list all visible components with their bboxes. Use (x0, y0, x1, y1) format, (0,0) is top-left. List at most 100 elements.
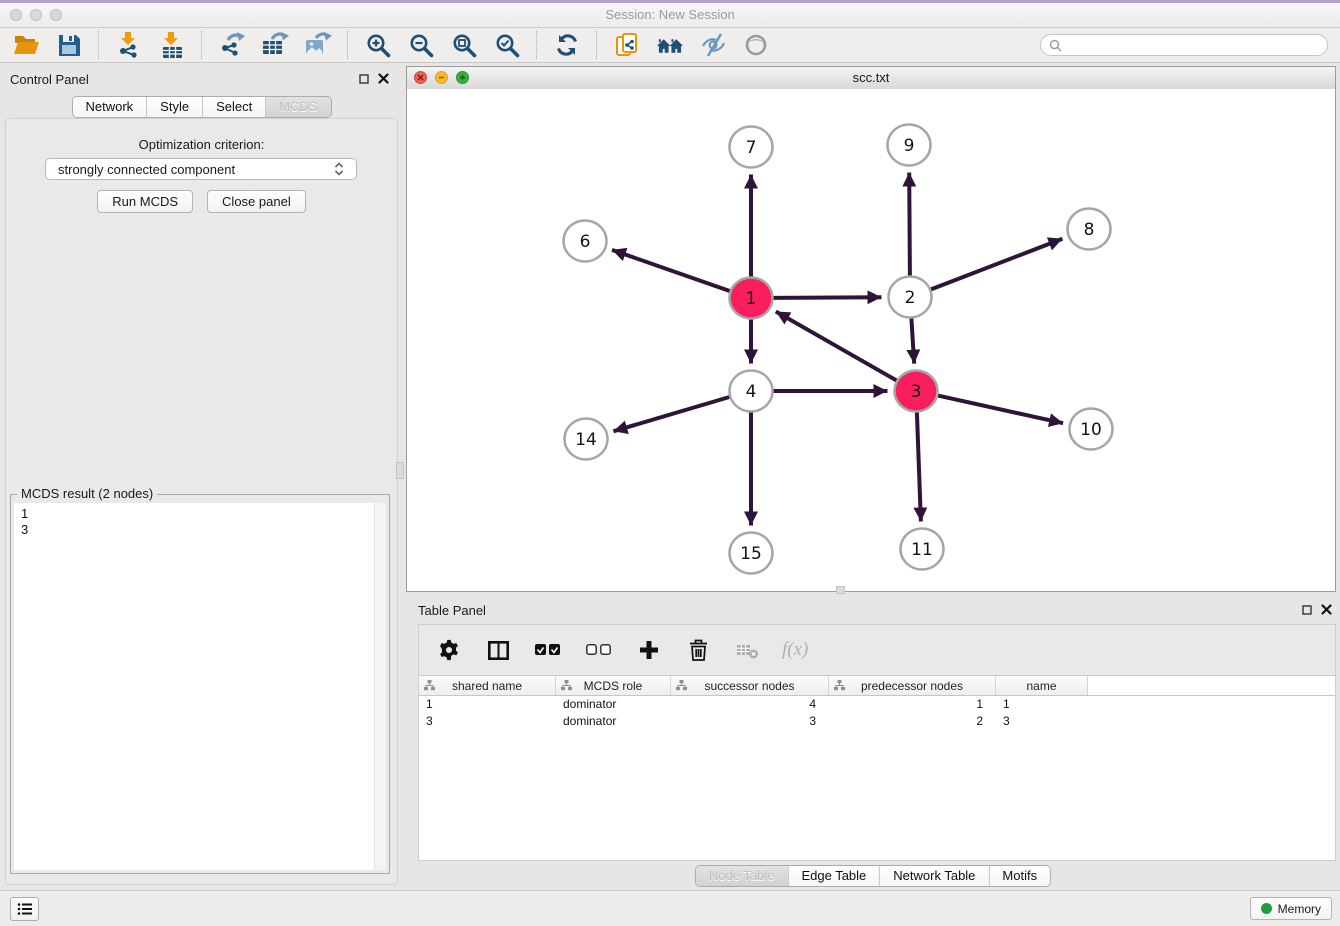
tab-network[interactable]: Network (72, 97, 146, 117)
graph-edge-3-10[interactable] (938, 396, 1063, 424)
column-header-predecessor-nodes[interactable]: predecessor nodes (829, 676, 996, 695)
graph-node-9[interactable]: 9 (888, 125, 931, 166)
select-all-columns-button[interactable] (533, 636, 563, 664)
memory-label: Memory (1278, 902, 1321, 916)
graph-edge-1-2[interactable] (774, 297, 882, 298)
column-header-shared-name[interactable]: shared name (419, 676, 556, 695)
delete-table-button[interactable] (733, 636, 761, 664)
close-panel-button[interactable]: Close panel (207, 190, 306, 213)
graph-edge-2-8[interactable] (931, 239, 1062, 290)
search-icon (1049, 39, 1062, 52)
column-label: successor nodes (704, 679, 794, 693)
node-table[interactable]: shared name MCDS role successor nodes prede… (419, 675, 1335, 860)
network-window-titlebar[interactable]: scc.txt (407, 67, 1335, 90)
graph-edge-3-1[interactable] (776, 312, 897, 381)
network-canvas[interactable]: 7 9 6 8 1 2 4 3 14 10 15 11 (407, 89, 1335, 591)
close-panel-icon[interactable] (378, 73, 389, 84)
criterion-select[interactable]: strongly connected component (45, 158, 357, 180)
graph-node-7[interactable]: 7 (730, 127, 773, 168)
delete-column-button[interactable] (684, 636, 712, 664)
delete-table-icon (737, 642, 758, 659)
tab-node-table[interactable]: Node Table (696, 866, 788, 886)
add-column-button[interactable] (635, 636, 663, 664)
graph-node-label: 11 (911, 540, 933, 560)
graph-node-2[interactable]: 2 (889, 277, 932, 318)
show-columns-button[interactable] (484, 636, 512, 664)
apply-layout-button[interactable] (553, 31, 581, 59)
table-cell: 2 (829, 713, 996, 730)
control-panel-tabs: NetworkStyleSelectMCDS (71, 96, 331, 118)
tab-edge-table[interactable]: Edge Table (787, 866, 879, 886)
float-panel-icon[interactable] (1302, 605, 1312, 615)
table-options-button[interactable] (435, 636, 463, 664)
hide-selected-button[interactable] (699, 31, 727, 59)
first-neighbors-button[interactable] (656, 31, 684, 59)
search-input[interactable] (1067, 37, 1319, 53)
table-body: 1dominator4113dominator323 (419, 696, 1335, 730)
export-table-button[interactable] (261, 31, 289, 59)
graph-edge-3-11[interactable] (917, 413, 921, 522)
zoom-out-button[interactable] (407, 31, 435, 59)
tab-mcds[interactable]: MCDS (265, 97, 330, 117)
task-history-button[interactable] (10, 897, 39, 921)
criterion-selected-value: strongly connected component (58, 162, 334, 177)
columns-icon (488, 641, 509, 660)
mcds-result-text[interactable]: 1 3 (14, 503, 386, 870)
result-scrollbar[interactable] (374, 503, 386, 870)
graph-node-11[interactable]: 11 (901, 529, 944, 570)
graph-node-10[interactable]: 10 (1070, 409, 1113, 450)
graph-node-1[interactable]: 1 (730, 278, 773, 319)
run-mcds-button[interactable]: Run MCDS (97, 190, 193, 213)
graph-edge-2-3[interactable] (911, 319, 914, 364)
graph-node-label: 14 (575, 430, 597, 450)
graph-node-3[interactable]: 3 (895, 371, 938, 412)
zoom-selected-button[interactable] (493, 31, 521, 59)
tab-network-table[interactable]: Network Table (879, 866, 988, 886)
column-header-successor-nodes[interactable]: successor nodes (671, 676, 829, 695)
network-graph[interactable]: 7 9 6 8 1 2 4 3 14 10 15 11 (407, 89, 1335, 591)
search-box[interactable] (1040, 34, 1328, 56)
import-table-button[interactable] (158, 31, 186, 59)
graph-node-6[interactable]: 6 (564, 221, 607, 262)
column-header-mcds-role[interactable]: MCDS role (556, 676, 671, 695)
graph-node-14[interactable]: 14 (565, 419, 608, 460)
export-network-button[interactable] (218, 31, 246, 59)
import-network-button[interactable] (115, 31, 143, 59)
clone-network-icon (615, 32, 639, 59)
column-label: MCDS role (584, 679, 643, 693)
tab-style[interactable]: Style (146, 97, 202, 117)
table-splitter-handle[interactable] (836, 586, 845, 594)
clone-network-button[interactable] (613, 31, 641, 59)
maximize-view-icon[interactable] (456, 71, 469, 84)
graph-node-15[interactable]: 15 (730, 533, 773, 574)
save-disk-icon (58, 34, 81, 57)
export-image-button[interactable] (304, 31, 332, 59)
column-label: name (1026, 679, 1056, 693)
graph-node-label: 8 (1084, 220, 1095, 240)
show-all-button[interactable] (742, 31, 770, 59)
table-row[interactable]: 1dominator411 (419, 696, 1335, 713)
close-view-icon[interactable] (414, 71, 427, 84)
deselect-all-columns-button[interactable] (584, 636, 614, 664)
tab-motifs[interactable]: Motifs (988, 866, 1050, 886)
zoom-in-button[interactable] (364, 31, 392, 59)
tab-select[interactable]: Select (202, 97, 265, 117)
graph-edge-4-14[interactable] (613, 397, 729, 431)
apply-function-button[interactable]: f(x) (782, 639, 808, 661)
panel-splitter-handle[interactable] (396, 462, 404, 479)
save-session-button[interactable] (55, 31, 83, 59)
gear-icon (438, 639, 460, 661)
zoom-fit-button[interactable] (450, 31, 478, 59)
zoom-selected-icon (495, 33, 520, 58)
memory-button[interactable]: Memory (1250, 897, 1332, 920)
open-session-button[interactable] (12, 31, 40, 59)
graph-node-4[interactable]: 4 (730, 371, 773, 412)
column-header-name[interactable]: name (996, 676, 1088, 695)
graph-node-8[interactable]: 8 (1068, 209, 1111, 250)
float-panel-icon[interactable] (359, 74, 369, 84)
graph-edge-2-9[interactable] (909, 173, 910, 276)
table-row[interactable]: 3dominator323 (419, 713, 1335, 730)
close-panel-icon[interactable] (1321, 604, 1332, 615)
minimize-view-icon[interactable] (435, 71, 448, 84)
graph-edge-1-6[interactable] (612, 250, 730, 291)
